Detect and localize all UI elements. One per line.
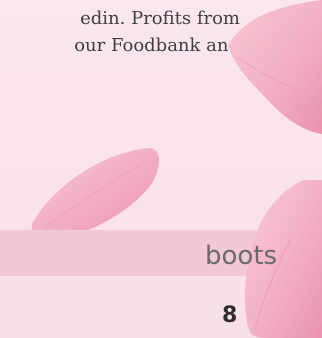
page: edin. Profits from our Foodbank and boot… [0, 0, 322, 338]
petal-image [228, 0, 322, 134]
band-label: boots [205, 241, 278, 271]
petal-image [31, 148, 160, 239]
body-text-line: edin. Profits from [80, 8, 240, 29]
body-text-line: our Foodbank and [74, 35, 240, 56]
page-number: 8 [222, 303, 238, 328]
